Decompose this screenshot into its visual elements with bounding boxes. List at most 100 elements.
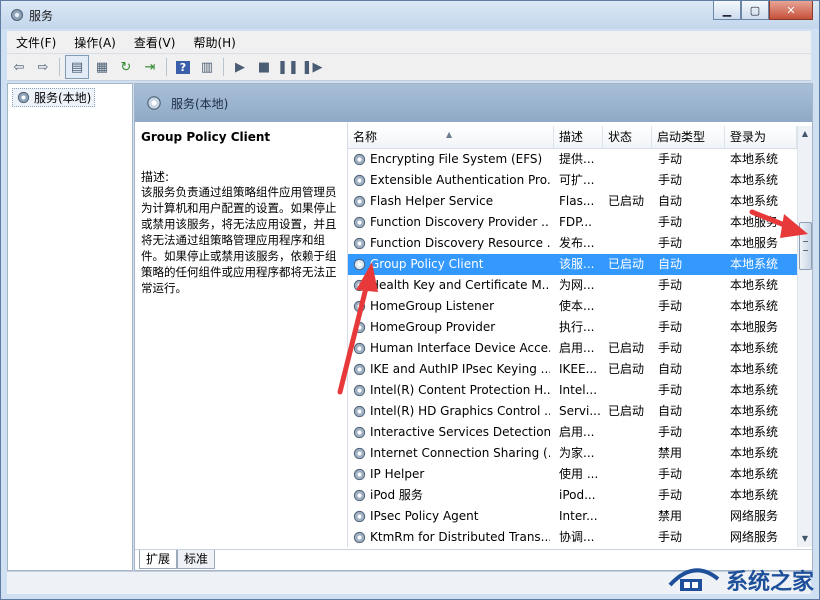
- service-row[interactable]: Function Discovery Resource ... 发布... 手动 本地…: [348, 233, 797, 254]
- service-name: Function Discovery Provider ...: [370, 215, 550, 229]
- minimize-button[interactable]: ▁: [713, 1, 741, 20]
- service-description: 协调...: [559, 530, 595, 544]
- service-logon-as: 网络服务: [730, 509, 779, 523]
- service-row[interactable]: Human Interface Device Acce... 启用... 已启动 手动…: [348, 338, 797, 359]
- menu-action[interactable]: 操作(A): [65, 34, 125, 51]
- vertical-scrollbar[interactable]: ▲ ▼: [797, 126, 812, 547]
- column-name-label: 名称: [353, 130, 378, 144]
- service-name: Internet Connection Sharing (...: [370, 446, 550, 460]
- service-row[interactable]: HomeGroup Listener 使本... 手动 本地系统: [348, 296, 797, 317]
- service-row[interactable]: iPod 服务 iPod... 手动 本地系统: [348, 485, 797, 506]
- show-action-pane-button[interactable]: ▥: [196, 56, 218, 78]
- service-gear-icon: [353, 447, 366, 460]
- service-description: 执行...: [559, 320, 595, 334]
- restart-icon: ❚▶: [301, 59, 323, 75]
- service-description: 发布...: [559, 236, 595, 250]
- service-logon-as: 本地服务: [730, 215, 779, 229]
- service-gear-icon: [353, 258, 366, 271]
- export-list-button[interactable]: ⇥: [139, 56, 161, 78]
- show-console-tree-button[interactable]: ▤: [65, 55, 89, 79]
- forward-button[interactable]: ⇨: [32, 56, 54, 78]
- service-description: 为家...: [559, 446, 595, 460]
- service-logon-as: 本地系统: [730, 173, 779, 187]
- service-row[interactable]: Intel(R) Content Protection H... Intel...…: [348, 380, 797, 401]
- refresh-button[interactable]: ↻: [115, 56, 137, 78]
- service-startup-type: 自动: [658, 194, 683, 208]
- service-logon-as: 本地系统: [730, 404, 779, 418]
- service-description: FDP...: [559, 215, 592, 229]
- service-row[interactable]: Extensible Authentication Pro... 可扩... 手动 本…: [348, 170, 797, 191]
- service-name: Human Interface Device Acce...: [370, 341, 550, 355]
- service-description: 可扩...: [559, 173, 595, 187]
- play-icon: ▶: [235, 59, 245, 75]
- service-startup-type: 手动: [658, 341, 683, 355]
- service-row[interactable]: Internet Connection Sharing (... 为家... 禁用 本…: [348, 443, 797, 464]
- service-startup-type: 手动: [658, 467, 683, 481]
- service-gear-icon: [353, 321, 366, 334]
- service-description: 使用 ...: [559, 467, 599, 481]
- column-logon-as[interactable]: 登录为: [725, 126, 797, 148]
- service-row[interactable]: Encrypting File System (EFS) 提供... 手动 本地系统: [348, 149, 797, 170]
- service-row[interactable]: IP Helper 使用 ... 手动 本地系统: [348, 464, 797, 485]
- service-logon-as: 本地系统: [730, 341, 779, 355]
- service-description: 为网...: [559, 278, 595, 292]
- description-panel: Group Policy Client 描述: 该服务负责通过组策略组件应用管理…: [135, 122, 345, 547]
- pause-icon: ❚❚: [277, 59, 299, 75]
- restart-service-button[interactable]: ❚▶: [301, 56, 323, 78]
- close-button[interactable]: ✕: [769, 1, 813, 20]
- scroll-down-icon[interactable]: ▼: [798, 531, 812, 547]
- service-row[interactable]: Group Policy Client 该服... 已启动 自动 本地系统: [348, 254, 797, 275]
- scroll-thumb[interactable]: [799, 222, 812, 270]
- service-name: Interactive Services Detection: [370, 425, 550, 439]
- service-logon-as: 网络服务: [730, 530, 779, 544]
- column-status[interactable]: 状态: [603, 126, 652, 148]
- service-logon-as: 本地系统: [730, 467, 779, 481]
- service-name: Intel(R) Content Protection H...: [370, 383, 550, 397]
- scroll-up-icon[interactable]: ▲: [798, 126, 812, 142]
- back-button[interactable]: ⇦: [8, 56, 30, 78]
- column-name[interactable]: 名称 ▲: [348, 126, 554, 148]
- service-status: 已启动: [608, 404, 645, 418]
- column-description[interactable]: 描述: [554, 126, 603, 148]
- menu-view[interactable]: 查看(V): [125, 34, 185, 51]
- title-bar[interactable]: 服务 ▁ ▢ ✕: [1, 1, 819, 29]
- service-startup-type: 手动: [658, 299, 683, 313]
- service-rows: Encrypting File System (EFS) 提供... 手动 本地系统 E…: [348, 149, 797, 548]
- service-row[interactable]: Health Key and Certificate M... 为网... 手动 本地…: [348, 275, 797, 296]
- service-logon-as: 本地系统: [730, 446, 779, 460]
- service-row[interactable]: Function Discovery Provider ... FDP... 手动 本…: [348, 212, 797, 233]
- start-service-button[interactable]: ▶: [229, 56, 251, 78]
- service-status: 已启动: [608, 341, 645, 355]
- stop-service-button[interactable]: ■: [253, 56, 275, 78]
- service-row[interactable]: IPsec Policy Agent Inter... 禁用 网络服务: [348, 506, 797, 527]
- service-name: Encrypting File System (EFS): [370, 152, 543, 166]
- tree-item-services-local[interactable]: 服务(本地): [12, 88, 96, 107]
- service-description: 使本...: [559, 299, 595, 313]
- service-gear-icon: [353, 237, 366, 250]
- service-row[interactable]: Flash Helper Service Flas... 已启动 自动 本地系统: [348, 191, 797, 212]
- refresh-icon: ↻: [120, 59, 132, 75]
- maximize-button[interactable]: ▢: [741, 1, 769, 20]
- service-name: HomeGroup Listener: [370, 299, 495, 313]
- description-text: 该服务负责通过组策略组件应用管理员为计算机和用户配置的设置。如果停止或禁用该服务…: [141, 185, 337, 295]
- tab-extended[interactable]: 扩展: [139, 550, 178, 569]
- properties-button[interactable]: ▦: [91, 56, 113, 78]
- pause-service-button[interactable]: ❚❚: [277, 56, 299, 78]
- help-button[interactable]: ?: [172, 56, 194, 78]
- service-gear-icon: [353, 363, 366, 376]
- help-icon: ?: [175, 60, 191, 74]
- service-row[interactable]: Interactive Services Detection 启用... 手动 本地系…: [348, 422, 797, 443]
- service-description: Intel...: [559, 383, 598, 397]
- tab-standard[interactable]: 标准: [177, 550, 216, 569]
- service-row[interactable]: HomeGroup Provider 执行... 手动 本地服务: [348, 317, 797, 338]
- column-startup-type[interactable]: 启动类型: [652, 126, 725, 148]
- service-gear-icon: [353, 195, 366, 208]
- service-row[interactable]: IKE and AuthIP IPsec Keying ... IKEE... 已启…: [348, 359, 797, 380]
- menu-help[interactable]: 帮助(H): [184, 34, 244, 51]
- service-row[interactable]: KtmRm for Distributed Trans... 协调... 手动 网络服…: [348, 527, 797, 548]
- maximize-icon: ▢: [749, 3, 761, 17]
- service-name: Group Policy Client: [370, 257, 484, 271]
- service-row[interactable]: Intel(R) HD Graphics Control ... Servi...…: [348, 401, 797, 422]
- menu-file[interactable]: 文件(F): [7, 34, 65, 51]
- window-title: 服务: [29, 9, 54, 23]
